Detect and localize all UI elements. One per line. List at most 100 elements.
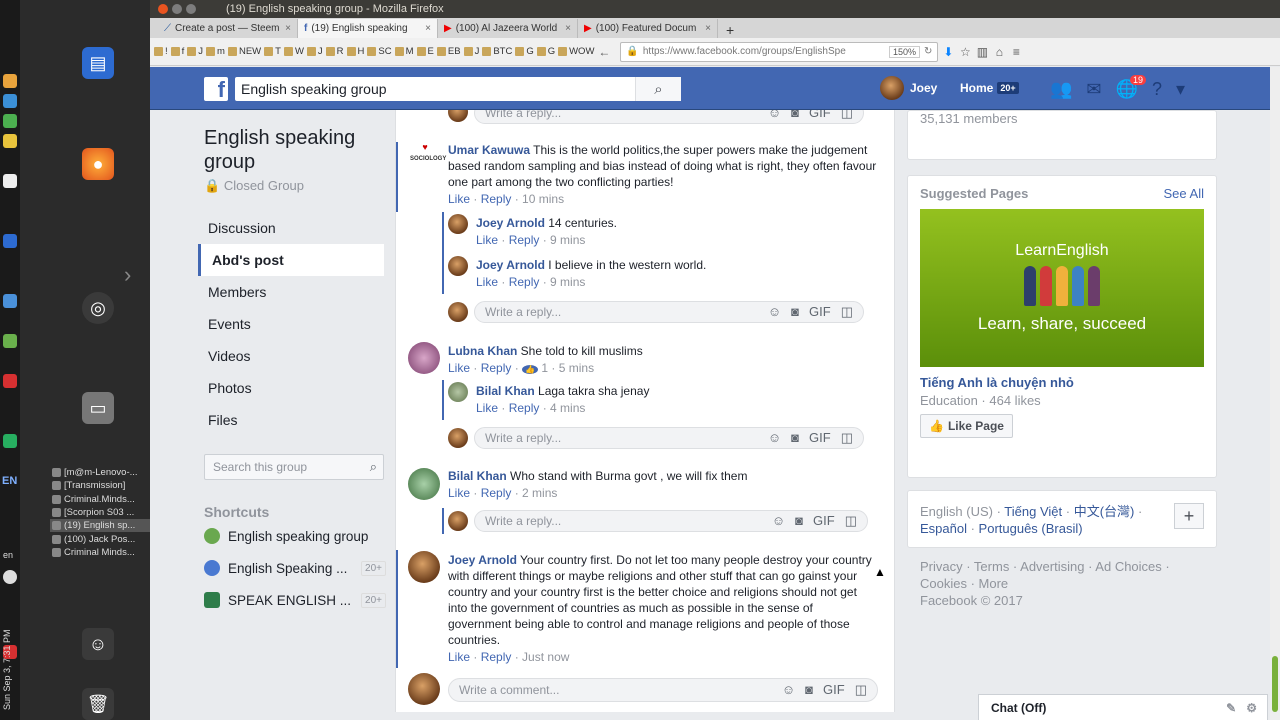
avatar[interactable] (408, 551, 440, 583)
reply-link[interactable]: Reply (509, 275, 540, 289)
new-tab-button[interactable]: + (718, 22, 742, 38)
like-page-button[interactable]: 👍 Like Page (920, 414, 1013, 438)
chevron-right-icon[interactable]: › (124, 262, 131, 288)
bookmark[interactable]: SC (367, 46, 392, 57)
avatar[interactable] (448, 214, 468, 234)
reply-input[interactable]: Write a reply... ☺ ◙ GIF ◫ (474, 510, 868, 532)
bookmark[interactable]: f (170, 46, 184, 57)
maximize-icon[interactable] (186, 4, 196, 14)
scrollbar-thumb[interactable] (1272, 656, 1278, 712)
bookmark[interactable]: W (283, 46, 304, 57)
ubuntu-icon[interactable]: ◎ (82, 292, 114, 324)
nav-discussion[interactable]: Discussion (204, 212, 386, 244)
search-icon[interactable]: ⌕ (635, 77, 681, 101)
group-title[interactable]: English speaking group (204, 126, 386, 174)
close-tab-icon[interactable]: × (285, 23, 291, 34)
lang-indicator[interactable]: en (3, 550, 13, 560)
like-count[interactable]: 1 (541, 361, 548, 375)
app-icon[interactable] (3, 294, 17, 308)
comment-input[interactable]: Write a comment... ☺ ◙ GIF ◫ (448, 678, 878, 702)
comment-time[interactable]: 2 mins (522, 486, 557, 500)
like-link[interactable]: Like (448, 650, 470, 664)
bookmark[interactable]: J (306, 46, 323, 57)
reply-link[interactable]: Reply (481, 192, 512, 206)
close-tab-icon[interactable]: × (565, 23, 571, 34)
avatar[interactable] (448, 428, 468, 448)
bookmark[interactable]: G (515, 46, 534, 57)
menu-icon[interactable]: ≡ (1009, 45, 1023, 59)
reply-input[interactable]: Write a reply... ☺ ◙ GIF ◫ (474, 110, 864, 124)
comment-time[interactable]: Just now (522, 650, 569, 664)
comment-time[interactable]: 5 mins (559, 361, 594, 375)
member-count[interactable]: 35,131 members (920, 111, 1204, 126)
app-icon[interactable] (3, 234, 17, 248)
comment-author[interactable]: Lubna Khan (448, 344, 517, 358)
home-link[interactable]: Home 20+ (960, 81, 1019, 95)
comment-author[interactable]: Joey Arnold (448, 553, 517, 567)
bookmark[interactable]: J (463, 46, 479, 57)
bookmark[interactable]: WOW (558, 46, 594, 57)
app-icon[interactable] (3, 134, 17, 148)
add-language-button[interactable]: + (1174, 503, 1204, 529)
like-link[interactable]: Like (448, 192, 470, 206)
browser-tab[interactable]: f (19) English speaking × (298, 19, 438, 38)
search-input[interactable]: English speaking group (241, 81, 387, 97)
task-item[interactable]: (100) Jack Pos... (50, 532, 150, 545)
reply-time[interactable]: 4 mins (550, 401, 585, 415)
group-search-input[interactable]: Search this group ⌕ (204, 454, 384, 480)
footer-links[interactable]: Privacy · Terms · Advertising · Ad Choic… (920, 558, 1210, 592)
like-link[interactable]: Like (476, 275, 498, 289)
reload-icon[interactable]: ↻ (924, 46, 932, 57)
avatar[interactable] (408, 673, 440, 705)
archive-icon[interactable]: ▭ (82, 392, 114, 424)
language-link[interactable]: Tiếng Việt (1004, 504, 1062, 519)
bookmark[interactable]: R (325, 46, 344, 57)
like-link[interactable]: Like (448, 486, 470, 500)
page-banner[interactable]: LearnEnglish Learn, share, succeed (920, 209, 1204, 367)
reply-link[interactable]: Reply (509, 233, 540, 247)
avatar[interactable] (408, 342, 440, 374)
comment-author[interactable]: Umar Kawuwa (448, 143, 530, 157)
search-icon[interactable]: ⌕ (370, 459, 377, 475)
url-bar[interactable]: 🔒 https://www.facebook.com/groups/Englis… (620, 41, 939, 62)
chat-bar[interactable]: Chat (Off) ✎ ⚙ (978, 694, 1268, 720)
close-tab-icon[interactable]: × (705, 23, 711, 34)
nav-members[interactable]: Members (204, 276, 386, 308)
close-tab-icon[interactable]: × (425, 23, 431, 34)
like-link[interactable]: Like (476, 401, 498, 415)
language-link[interactable]: 中文(台灣) (1074, 504, 1135, 519)
bookmark[interactable]: G (536, 46, 555, 57)
like-reaction-icon[interactable]: 👍 (522, 365, 539, 374)
task-item[interactable]: Criminal Minds... (50, 546, 150, 559)
language-link[interactable]: Español (920, 521, 967, 536)
bookmark[interactable]: T (264, 46, 281, 57)
comment-time[interactable]: 10 mins (522, 192, 564, 206)
avatar[interactable] (448, 302, 468, 322)
profile-link[interactable]: Joey (880, 76, 937, 100)
shortcut-item[interactable]: English speaking group (204, 520, 386, 552)
reply-input[interactable]: Write a reply... ☺ ◙ GIF ◫ (474, 427, 864, 449)
shortcut-item[interactable]: English Speaking ... 20+ (204, 552, 386, 584)
app-icon[interactable] (3, 434, 17, 448)
avatar[interactable] (448, 382, 468, 402)
reply-author[interactable]: Joey Arnold (476, 216, 545, 230)
bookmark[interactable]: m (206, 46, 225, 57)
nav-abds-post[interactable]: Abd's post (198, 244, 384, 276)
app-icon[interactable] (3, 114, 17, 128)
app-icon[interactable] (3, 174, 17, 188)
browser-tab[interactable]: ⟋ Create a post — Steem × (158, 19, 298, 38)
shortcut-item[interactable]: SPEAK ENGLISH ... 20+ (204, 584, 386, 616)
nav-photos[interactable]: Photos (204, 372, 386, 404)
language-link[interactable]: Português (Brasil) (979, 521, 1083, 536)
avatar[interactable] (408, 468, 440, 500)
minimize-icon[interactable] (172, 4, 182, 14)
volume-icon[interactable] (3, 570, 17, 584)
library-icon[interactable]: ▥ (975, 45, 989, 59)
app-icon[interactable] (3, 334, 17, 348)
page-name[interactable]: Tiếng Anh là chuyện nhỏ (920, 375, 1204, 390)
task-item[interactable]: Criminal.Minds... (50, 493, 150, 506)
reply-input[interactable]: Write a reply... ☺ ◙ GIF ◫ (474, 301, 864, 323)
reply-link[interactable]: Reply (481, 650, 512, 664)
reply-time[interactable]: 9 mins (550, 275, 585, 289)
avatar[interactable]: ♥ SOCIOLOGY (410, 142, 446, 172)
